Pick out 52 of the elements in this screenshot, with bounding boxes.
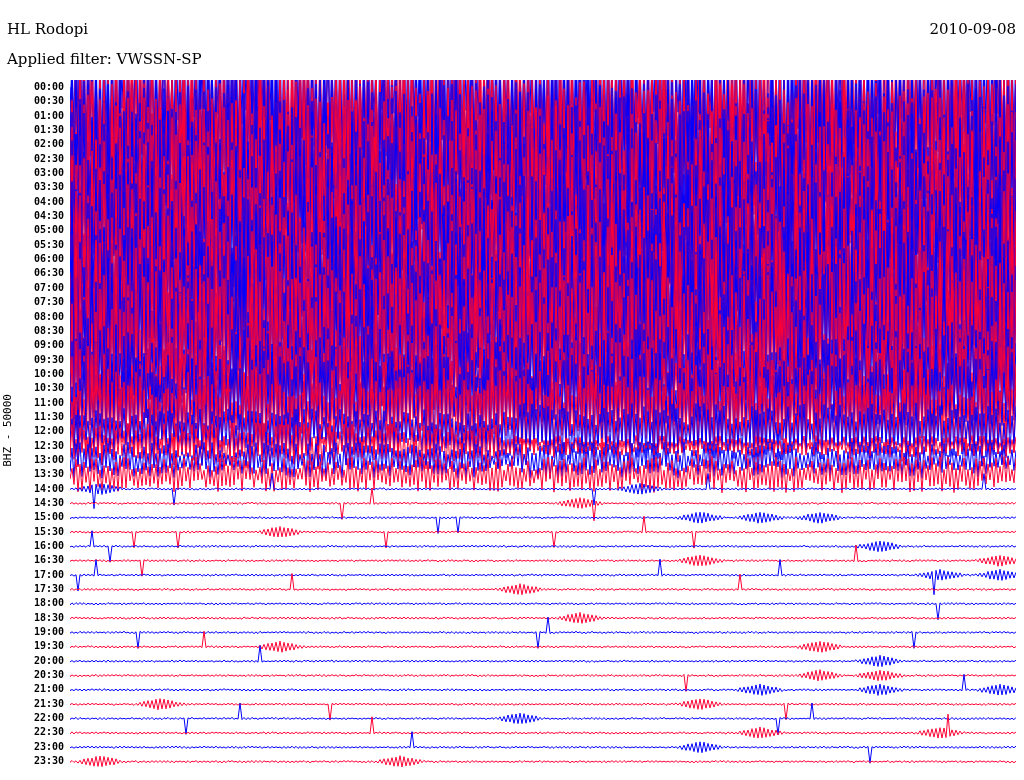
- date-label: 2010-09-08: [929, 20, 1016, 38]
- time-label: 13:00: [33, 452, 64, 467]
- time-label: 14:30: [33, 495, 64, 510]
- time-label: 07:30: [33, 295, 64, 310]
- time-label: 19:00: [33, 625, 64, 640]
- time-label: 09:00: [33, 338, 64, 353]
- time-label: 20:30: [33, 668, 64, 683]
- time-label: 02:30: [33, 151, 64, 166]
- time-label: 07:00: [33, 280, 64, 295]
- time-label: 06:00: [33, 252, 64, 267]
- time-label: 17:30: [33, 582, 64, 597]
- time-label: 14:00: [33, 481, 64, 496]
- time-label: 12:00: [33, 424, 64, 439]
- time-label: 23:30: [33, 754, 64, 769]
- time-label: 22:00: [33, 711, 64, 726]
- time-label: 09:30: [33, 352, 64, 367]
- time-label: 03:30: [33, 180, 64, 195]
- time-label: 06:30: [33, 266, 64, 281]
- time-label: 21:00: [33, 682, 64, 697]
- filter-label: Applied filter: VWSSN-SP: [7, 50, 202, 68]
- time-label: 16:00: [33, 539, 64, 553]
- time-label: 19:30: [33, 639, 64, 654]
- time-label: 08:30: [33, 323, 64, 338]
- time-label: 01:00: [33, 108, 64, 123]
- time-label: 12:30: [33, 438, 64, 453]
- time-label: 20:00: [33, 653, 64, 668]
- time-label: 04:30: [33, 209, 64, 224]
- time-label: 08:00: [33, 309, 64, 324]
- time-label: 11:00: [33, 395, 64, 410]
- time-label: 05:00: [33, 223, 64, 238]
- time-label: 21:30: [33, 696, 64, 711]
- time-label: 13:30: [33, 467, 64, 482]
- time-label: 03:00: [33, 166, 64, 181]
- station-title: HL Rodopi: [7, 20, 89, 38]
- channel-label: BHZ - 50000: [0, 393, 14, 467]
- time-label: 01:30: [33, 123, 64, 138]
- time-label: 23:00: [33, 739, 64, 754]
- time-label: 04:00: [33, 194, 64, 209]
- time-label: 02:00: [33, 137, 64, 152]
- time-label: 10:00: [33, 366, 64, 381]
- time-label: 05:30: [33, 237, 64, 252]
- time-label: 10:30: [33, 381, 64, 396]
- time-label: 15:30: [33, 524, 64, 539]
- time-label: 15:00: [33, 510, 64, 525]
- time-label: 18:00: [33, 596, 64, 611]
- time-label: 00:00: [33, 80, 64, 94]
- time-label: 11:30: [33, 409, 64, 424]
- time-label: 16:30: [33, 553, 64, 568]
- time-label: 17:00: [33, 567, 64, 582]
- time-label: 22:30: [33, 725, 64, 740]
- time-label: 18:30: [33, 610, 64, 625]
- time-label: 00:30: [33, 94, 64, 109]
